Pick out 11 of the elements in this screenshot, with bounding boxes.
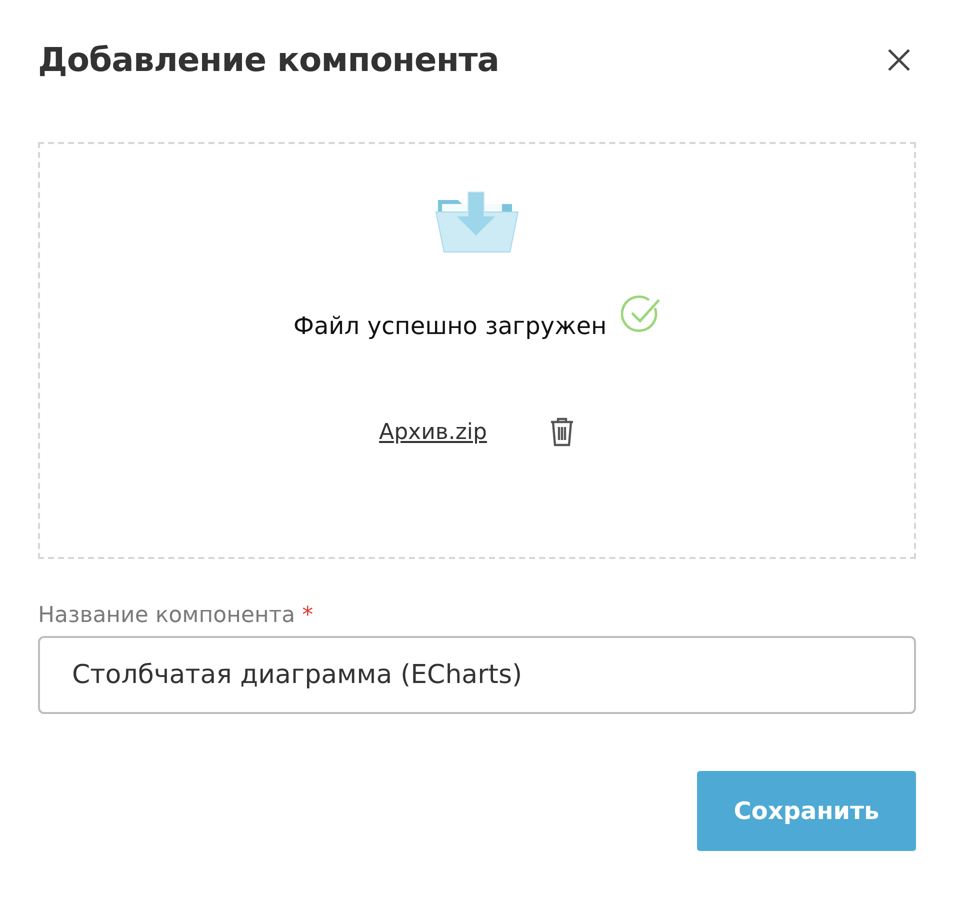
- trash-icon: [548, 417, 575, 448]
- upload-dropzone[interactable]: Файл успешно загружен Архив.zip: [38, 142, 916, 559]
- file-link[interactable]: Архив.zip: [379, 416, 487, 449]
- close-icon: [886, 46, 912, 73]
- component-name-field[interactable]: Столбчатая диаграмма (ECharts): [38, 636, 916, 714]
- delete-button[interactable]: [548, 417, 575, 448]
- dialog-title: Добавление компонента: [38, 40, 499, 80]
- folder-download-icon: [434, 190, 520, 254]
- field-label: Название компонента: [38, 602, 296, 628]
- required-mark: *: [302, 602, 314, 628]
- upload-status-text: Файл успешно загружен: [293, 310, 607, 342]
